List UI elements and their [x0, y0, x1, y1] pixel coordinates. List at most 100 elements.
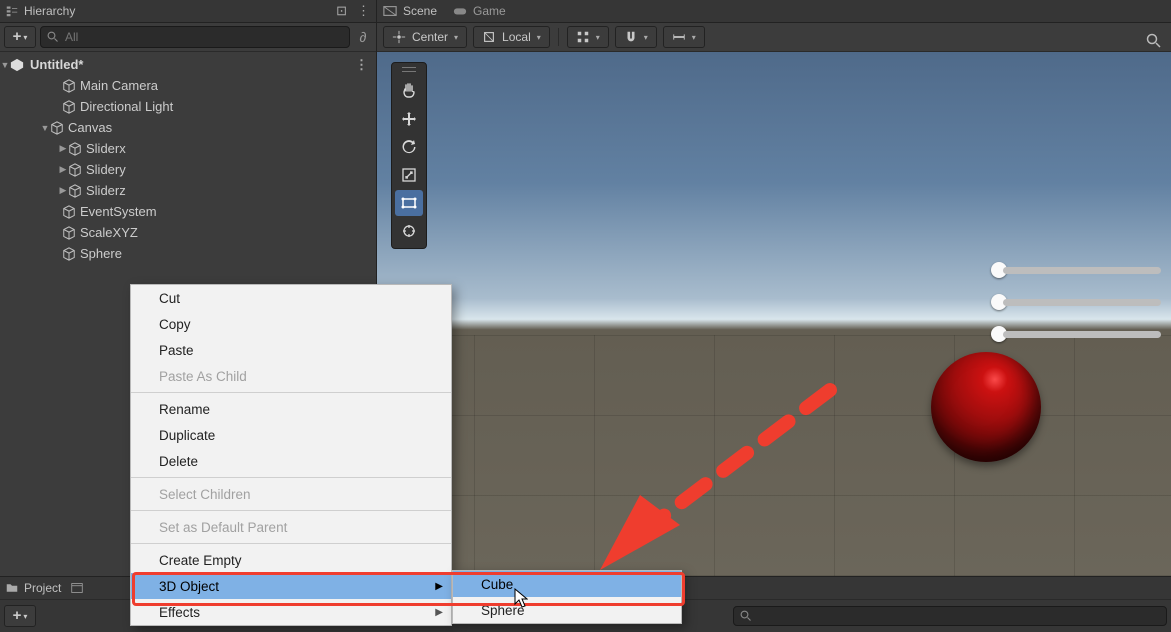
- menu-item[interactable]: Delete: [131, 448, 451, 474]
- console-icon: [71, 582, 83, 594]
- scene-grid: [377, 335, 1171, 576]
- menu-item-label: Effects: [159, 605, 200, 620]
- hierarchy-item[interactable]: Directional Light: [0, 96, 376, 117]
- gameobject-icon: [68, 163, 82, 177]
- expand-arrow-icon[interactable]: ▶: [58, 185, 68, 196]
- hierarchy-context-menu[interactable]: CutCopyPastePaste As ChildRenameDuplicat…: [130, 284, 452, 626]
- search-icon: [47, 31, 59, 43]
- menu-item[interactable]: Paste: [131, 337, 451, 363]
- search-history-button[interactable]: ∂: [354, 29, 372, 45]
- move-tool-button[interactable]: [395, 106, 423, 132]
- menu-item[interactable]: Rename: [131, 396, 451, 422]
- hierarchy-item[interactable]: ▶Sliderz: [0, 180, 376, 201]
- hierarchy-tab[interactable]: Hierarchy: [6, 4, 75, 18]
- grid-icon: [576, 30, 590, 44]
- hierarchy-item[interactable]: ▶Sliderx: [0, 138, 376, 159]
- tab-game[interactable]: Game: [453, 4, 506, 18]
- menu-item[interactable]: Effects ▶: [131, 599, 451, 625]
- menu-item[interactable]: Duplicate: [131, 422, 451, 448]
- menu-item[interactable]: Create Empty: [131, 547, 451, 573]
- game-icon: [453, 4, 467, 18]
- gameobject-icon: [62, 100, 76, 114]
- hierarchy-tab-strip: Hierarchy ⊡ ⋮: [0, 0, 376, 23]
- snap-increment-button[interactable]: ▾: [615, 26, 657, 48]
- submenu-item[interactable]: Sphere: [453, 597, 681, 623]
- menu-item-label: Delete: [159, 454, 198, 469]
- expand-arrow-icon[interactable]: ▶: [58, 164, 68, 175]
- menu-item-label: Set as Default Parent: [159, 520, 287, 535]
- rect-icon: [401, 195, 417, 211]
- hierarchy-search[interactable]: [40, 26, 350, 48]
- measure-button[interactable]: ▾: [663, 26, 705, 48]
- create-dropdown-button[interactable]: +▾: [4, 26, 36, 48]
- slider-x[interactable]: [991, 262, 1161, 278]
- panel-menu-icon[interactable]: ⋮: [357, 3, 370, 19]
- project-create-button[interactable]: +▾: [4, 605, 36, 627]
- rect-tool-button[interactable]: [395, 190, 423, 216]
- scene-name: Untitled*: [30, 57, 83, 72]
- scene-row[interactable]: ▼ Untitled* ⋮: [0, 54, 376, 75]
- tab-scene-label: Scene: [403, 4, 437, 18]
- tab-console[interactable]: [71, 582, 83, 594]
- submenu-item[interactable]: Cube: [453, 571, 681, 597]
- menu-item-label: Sphere: [481, 603, 525, 618]
- pivot-mode-button[interactable]: Center▾: [383, 26, 467, 48]
- menu-item-label: Create Empty: [159, 553, 242, 568]
- submenu-arrow-icon: ▶: [435, 607, 443, 618]
- expand-arrow-icon[interactable]: ▼: [0, 60, 10, 70]
- scene-panel: Scene Game Center▾ Local▾ ▾: [377, 0, 1171, 576]
- pivot-mode-label: Center: [412, 30, 448, 44]
- sphere-object[interactable]: [931, 352, 1041, 462]
- gameobject-icon: [62, 247, 76, 261]
- scene-viewport[interactable]: [377, 52, 1171, 576]
- project-search-input[interactable]: [756, 608, 1160, 624]
- menu-item[interactable]: 3D Object▶: [131, 573, 451, 599]
- palette-grip-icon[interactable]: [402, 67, 416, 72]
- gameobject-icon: [68, 184, 82, 198]
- expand-arrow-icon[interactable]: ▶: [58, 143, 68, 154]
- gameobject-icon: [62, 205, 76, 219]
- menu-item-label: Select Children: [159, 487, 251, 502]
- hierarchy-item-label: Main Camera: [80, 78, 158, 93]
- menu-item-label: Cut: [159, 291, 180, 306]
- hierarchy-item-label: Canvas: [68, 120, 112, 135]
- rotate-tool-button[interactable]: [395, 134, 423, 160]
- menu-item[interactable]: Cut: [131, 285, 451, 311]
- hierarchy-item[interactable]: Sphere: [0, 243, 376, 264]
- transform-tool-palette: [391, 62, 427, 249]
- transform-tool-button[interactable]: [395, 218, 423, 244]
- space-mode-button[interactable]: Local▾: [473, 26, 550, 48]
- panel-lock-icon[interactable]: ⊡: [336, 3, 347, 19]
- tab-game-label: Game: [473, 4, 506, 18]
- menu-item[interactable]: Copy: [131, 311, 451, 337]
- hand-tool-button[interactable]: [395, 78, 423, 104]
- hierarchy-item-label: Sphere: [80, 246, 122, 261]
- project-title: Project: [24, 581, 61, 595]
- menu-item: Set as Default Parent: [131, 514, 451, 540]
- hierarchy-item[interactable]: ▼ Canvas: [0, 117, 376, 138]
- tab-project[interactable]: Project: [6, 581, 61, 595]
- gameobject-icon: [62, 79, 76, 93]
- menu-item-label: 3D Object: [159, 579, 219, 594]
- slider-y[interactable]: [991, 294, 1161, 310]
- space-mode-label: Local: [502, 30, 531, 44]
- canvas-sliders: [991, 262, 1161, 342]
- grid-snap-button[interactable]: ▾: [567, 26, 609, 48]
- scene-search-button[interactable]: [1143, 30, 1165, 52]
- expand-arrow-icon[interactable]: ▼: [40, 123, 50, 133]
- scene-menu-icon[interactable]: ⋮: [355, 57, 368, 73]
- hierarchy-search-input[interactable]: [63, 29, 343, 45]
- slider-z[interactable]: [991, 326, 1161, 342]
- hierarchy-item[interactable]: Main Camera: [0, 75, 376, 96]
- hierarchy-item[interactable]: ScaleXYZ: [0, 222, 376, 243]
- scale-tool-button[interactable]: [395, 162, 423, 188]
- gameobject-icon: [62, 226, 76, 240]
- project-search[interactable]: [733, 606, 1167, 626]
- hierarchy-title: Hierarchy: [24, 4, 75, 18]
- tab-scene[interactable]: Scene: [383, 4, 437, 18]
- rotate-icon: [401, 139, 417, 155]
- hierarchy-item[interactable]: EventSystem: [0, 201, 376, 222]
- ruler-icon: [672, 30, 686, 44]
- hierarchy-item[interactable]: ▶Slidery: [0, 159, 376, 180]
- 3d-object-submenu[interactable]: Cube Sphere: [452, 570, 682, 624]
